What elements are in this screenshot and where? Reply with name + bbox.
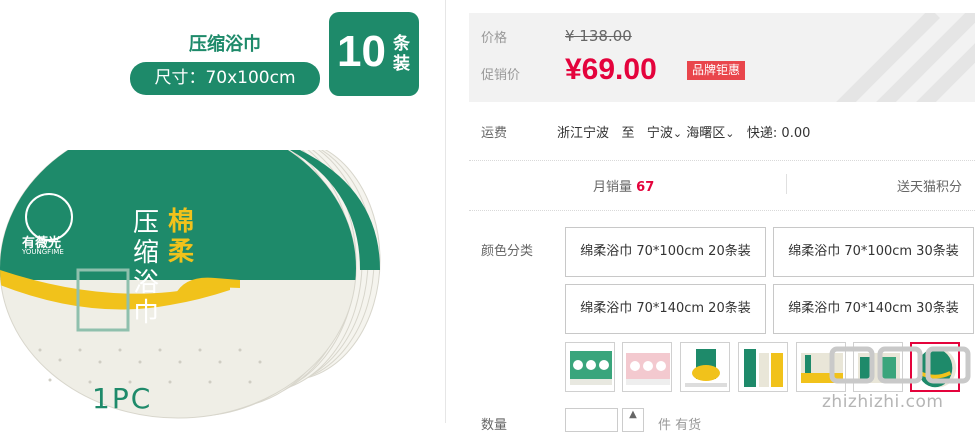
ship-city-select[interactable]: 宁波⌄ xyxy=(647,126,682,141)
quantity-increase-button[interactable]: ▲ xyxy=(622,408,644,432)
original-price: ¥ 138.00 xyxy=(565,27,632,45)
stock-status: 件 有货 xyxy=(658,418,702,433)
divider xyxy=(469,160,975,161)
promo-price-label: 促销价 xyxy=(481,68,521,83)
watermark-text: zhizhizhi.com xyxy=(822,392,944,412)
monthly-sales-label: 月销量 xyxy=(593,180,633,195)
count-number: 10 xyxy=(337,27,386,76)
sku-option[interactable]: 绵柔浴巾 70*140cm 20条装 xyxy=(565,284,766,334)
promo-price: ¥69.00 xyxy=(565,53,657,86)
pc-label: 1PC xyxy=(92,382,153,415)
thumb-image xyxy=(744,349,783,387)
promo-badge: 品牌钜惠 xyxy=(687,61,746,80)
image-product-name: 压缩浴巾 xyxy=(189,34,261,55)
sku-thumbnail[interactable] xyxy=(622,342,672,392)
chevron-up-icon: ▲ xyxy=(629,409,637,420)
image-size-pill: 尺寸：70x100cm xyxy=(130,62,320,95)
vertical-product-text: 压缩浴巾 xyxy=(133,208,160,328)
quantity-input[interactable] xyxy=(565,408,618,432)
divider xyxy=(469,210,975,211)
sku-option[interactable]: 绵柔浴巾 70*100cm 30条装 xyxy=(773,227,974,277)
tmall-points: 送天猫积分 xyxy=(897,180,963,195)
ship-to-word: 至 xyxy=(621,126,635,141)
price-label: 价格 xyxy=(481,31,508,46)
chevron-down-icon: ⌄ xyxy=(725,127,735,140)
image-count-badge: 10 条装 xyxy=(329,12,419,96)
sku-thumbnail[interactable] xyxy=(680,342,730,392)
product-main-image: 压缩浴巾 尺寸：70x100cm 10 条装 有薇光 YOUNGFIME 压缩浴… xyxy=(0,0,445,423)
panel-divider xyxy=(445,0,446,423)
thumb-image xyxy=(685,349,727,387)
count-unit: 条装 xyxy=(393,34,410,74)
watermark-logo-icon xyxy=(829,346,971,384)
thumb-image xyxy=(570,351,612,385)
brand-subtitle: YOUNGFIME xyxy=(22,248,64,256)
shipping-label: 运费 xyxy=(481,126,508,141)
monthly-sales-value: 67 xyxy=(636,180,655,195)
sku-option[interactable]: 绵柔浴巾 70*140cm 30条装 xyxy=(773,284,974,334)
vertical-feature-text: 棉柔 xyxy=(168,207,195,267)
color-category-label: 颜色分类 xyxy=(481,244,534,259)
quantity-label: 数量 xyxy=(481,418,508,433)
monthly-sales: 月销量 67 xyxy=(593,176,654,195)
price-panel: 价格 ¥ 138.00 促销价 ¥69.00 品牌钜惠 xyxy=(469,13,975,102)
sku-thumbnail[interactable] xyxy=(565,342,615,392)
thumb-image xyxy=(626,353,670,385)
price-panel-decoration xyxy=(836,13,975,102)
towel-discs-illustration xyxy=(0,150,381,419)
ship-from: 浙江宁波 xyxy=(557,126,610,141)
sku-option[interactable]: 绵柔浴巾 70*100cm 20条装 xyxy=(565,227,766,277)
chevron-down-icon: ⌄ xyxy=(672,127,683,140)
express-fee: 快递: 0.00 xyxy=(746,126,811,141)
shipping-info: 浙江宁波 至 宁波⌄ 海曙区⌄ 快递: 0.00 xyxy=(557,122,810,141)
sku-thumbnail[interactable] xyxy=(738,342,788,392)
stat-divider xyxy=(786,174,787,194)
ship-district-select[interactable]: 海曙区⌄ xyxy=(686,126,734,141)
